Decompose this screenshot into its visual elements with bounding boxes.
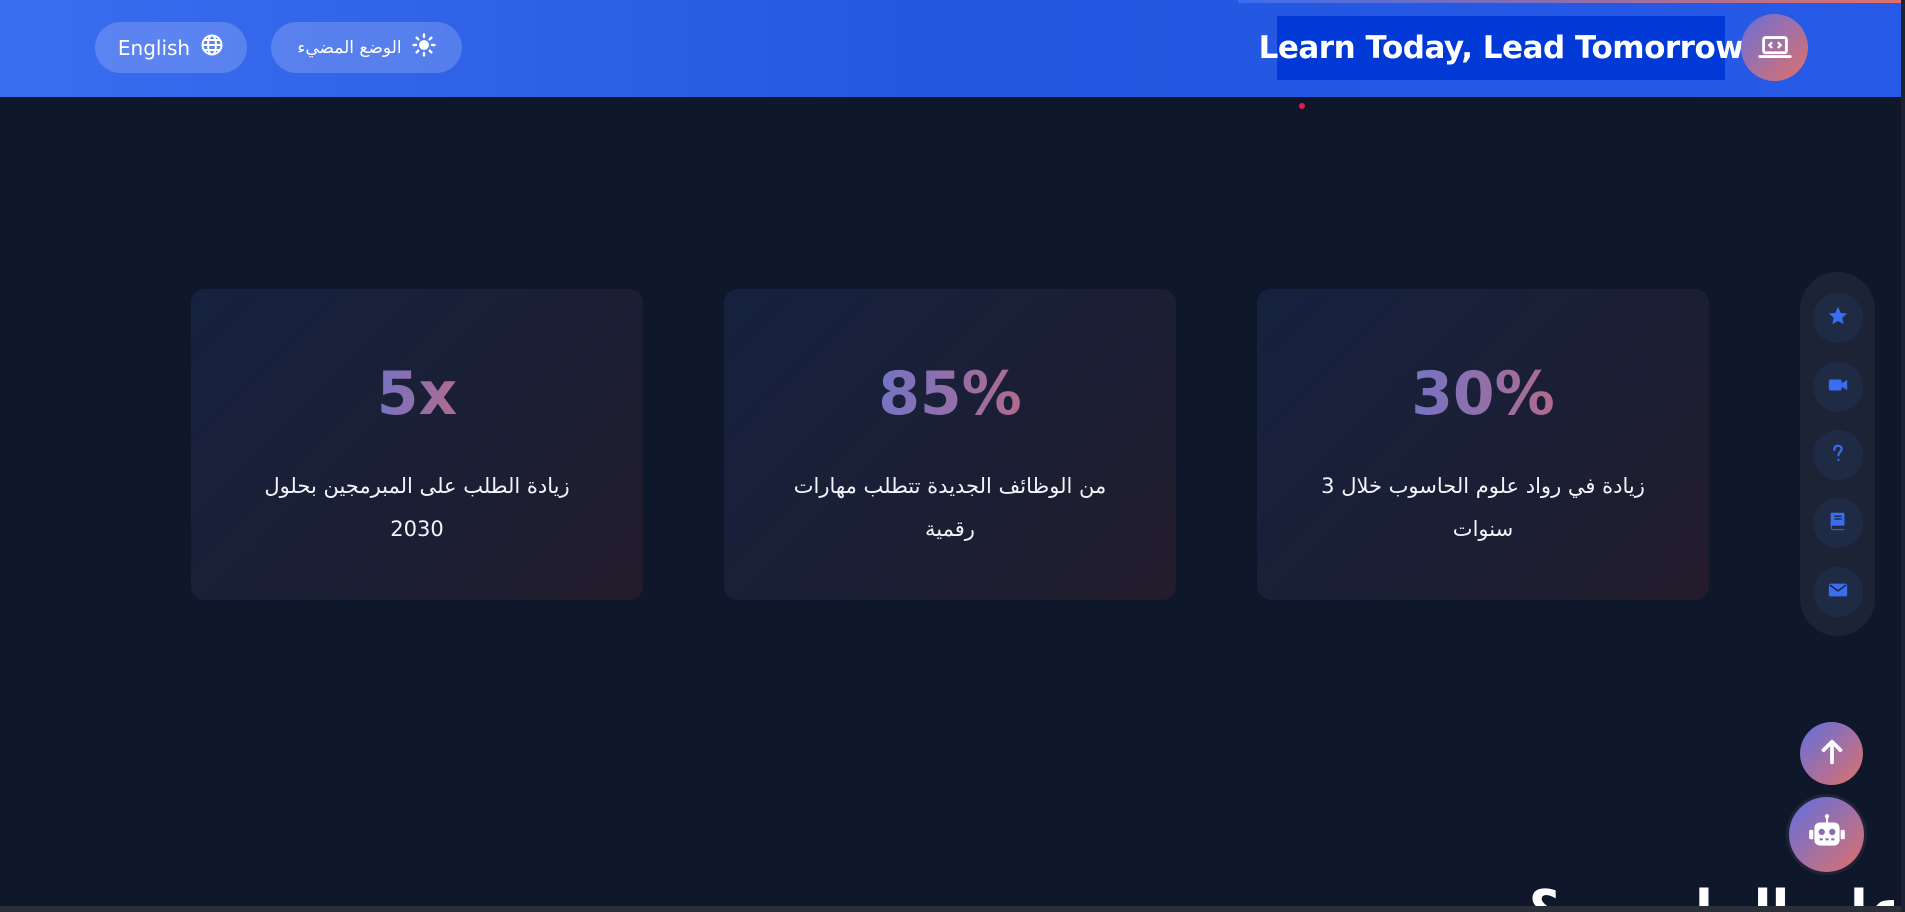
nav-contact-button[interactable] (1813, 567, 1863, 617)
language-button-label: English (117, 35, 191, 60)
language-toggle-button[interactable]: English (95, 22, 247, 73)
nav-favorites-button[interactable] (1813, 293, 1863, 343)
envelope-icon (1827, 579, 1849, 605)
arrow-up-icon (1817, 737, 1847, 771)
theme-toggle-button[interactable]: الوضع المضيء (271, 22, 462, 73)
globe-icon (200, 33, 224, 62)
nav-resources-button[interactable] (1813, 498, 1863, 548)
stat-card-digital-jobs: 85% من الوظائف الجديدة تتطلب مهارات رقمي… (724, 289, 1176, 600)
sun-icon (411, 33, 436, 62)
chatbot-button[interactable] (1789, 797, 1864, 872)
star-icon (1827, 305, 1849, 331)
page-scrollbar[interactable] (1901, 0, 1905, 912)
question-icon (1827, 442, 1849, 468)
header-accent-line (1238, 0, 1905, 3)
top-header: English الوضع المضيء Learn Today, Lead T… (0, 0, 1905, 97)
stat-card-cs-growth: 30% زيادة في رواد علوم الحاسوب خلال 3 سن… (1257, 289, 1709, 600)
stat-value: 5x (376, 359, 458, 429)
nav-videos-button[interactable] (1813, 362, 1863, 412)
stat-value: 30% (1411, 359, 1555, 429)
scroll-to-top-button[interactable] (1800, 722, 1863, 785)
brand-title[interactable]: Learn Today, Lead Tomorrow (1259, 16, 1744, 80)
stat-label: زيادة الطلب على المبرمجين بحلول 2030 (264, 474, 570, 541)
indicator-dot (1299, 103, 1305, 109)
nav-faq-button[interactable] (1813, 430, 1863, 480)
theme-button-label: الوضع المضيء (297, 37, 402, 58)
stat-card-demand: 5x زيادة الطلب على المبرمجين بحلول 2030 (191, 289, 643, 600)
stat-label: زيادة في رواد علوم الحاسوب خلال 3 سنوات (1321, 474, 1645, 541)
stat-label: من الوظائف الجديدة تتطلب مهارات رقمية (793, 474, 1107, 541)
laptop-code-icon[interactable] (1741, 14, 1808, 81)
robot-icon (1806, 812, 1848, 858)
book-icon (1827, 510, 1849, 536)
stat-value: 85% (878, 359, 1022, 429)
floating-side-nav (1800, 272, 1875, 636)
video-icon (1827, 374, 1849, 400)
window-bottom-edge (0, 906, 1905, 912)
